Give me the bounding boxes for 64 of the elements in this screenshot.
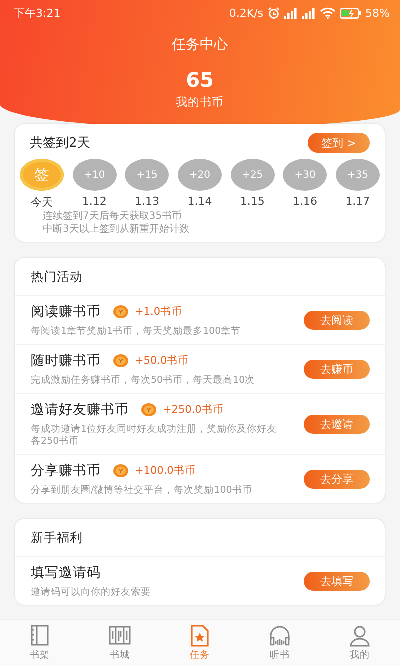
person-icon [348,624,372,647]
coin-icon [113,305,129,319]
task-button[interactable]: 去邀请 [304,415,370,434]
section-title: 热门活动 [15,258,385,296]
coin-icon [113,464,129,478]
task-reward: +250.0书币 [163,403,224,417]
sign-in-note: 中断3天以上签到从新重开始计数 [42,223,190,236]
task-description: 完成激励任务赚书币，每次50书币，每天最高10次 [31,375,256,387]
task-button[interactable]: 去赚币 [304,360,370,379]
task-button[interactable]: 去填写 [304,572,370,591]
section-title: 新手福利 [15,519,385,557]
task-description: 邀请码可以向你的好友索要 [31,587,152,599]
reward-coin: +30 [283,159,328,191]
sign-in-note: 连续签到7天后每天获取35书币 [42,210,184,223]
signal-icon [302,7,316,19]
task-reward: +50.0书币 [135,354,190,368]
battery-percent: 58% [366,6,390,20]
coin-icon [113,354,129,368]
sign-in-count: 共签到2天 [30,135,90,152]
day-label: 1.16 [293,195,318,208]
task-title: 分享赚书币 [31,462,101,480]
reward-coin: +20 [178,159,222,191]
task-description: 每阅读1章节奖励1书币，每天奖励最多100章节 [31,326,242,338]
reward-coin: +10 [72,159,117,191]
reward-coin: +25 [230,159,275,191]
day-label: 1.13 [135,195,160,208]
battery-icon [340,8,362,18]
task-button[interactable]: 去阅读 [304,311,370,330]
bookshelf-icon [28,624,52,647]
coin-balance-label: 我的书币 [176,95,224,110]
reward-coin: +35 [336,159,380,191]
tab[interactable]: 听书 [250,624,310,662]
status-time: 下午3:21 [14,6,61,20]
tab[interactable]: 书城 [90,624,150,662]
tab[interactable]: 书架 [10,624,70,662]
alarm-icon [268,7,280,19]
network-speed: 0.2K/s [229,6,264,20]
task-title: 阅读赚书币 [31,303,101,321]
reward-coin: +15 [125,159,170,191]
task-reward: +100.0书币 [135,464,196,478]
reward-coin: 签 [20,159,64,191]
bookstore-icon [108,624,132,647]
coin-icon [141,403,157,417]
task-title: 填写邀请码 [31,564,101,582]
day-label: 1.12 [82,195,107,208]
task-icon [188,624,212,647]
day-label: 今天 [31,195,53,210]
headphones-icon [268,624,292,647]
coin-balance: 65 [186,68,214,92]
wifi-icon [320,7,336,19]
tab[interactable]: 任务 [170,624,230,662]
task-button[interactable]: 去分享 [304,470,370,489]
page-title: 任务中心 [172,36,228,54]
task-description: 分享到朋友圈/微博等社交平台，每次奖励100书币 [31,485,254,497]
day-label: 1.17 [346,195,370,208]
signal-icon [284,7,298,19]
task-title: 邀请好友赚书币 [31,401,129,419]
day-label: 1.15 [240,195,265,208]
task-reward: +1.0书币 [135,305,182,319]
task-description: 每成功邀请1位好友同时好友成功注册，奖励你及你好友各250书币 [31,424,278,448]
day-label: 1.14 [188,195,212,208]
tab[interactable]: 我的 [330,624,390,662]
task-title: 随时赚书币 [31,352,101,370]
sign-in-button[interactable]: 签到 > [308,133,370,153]
